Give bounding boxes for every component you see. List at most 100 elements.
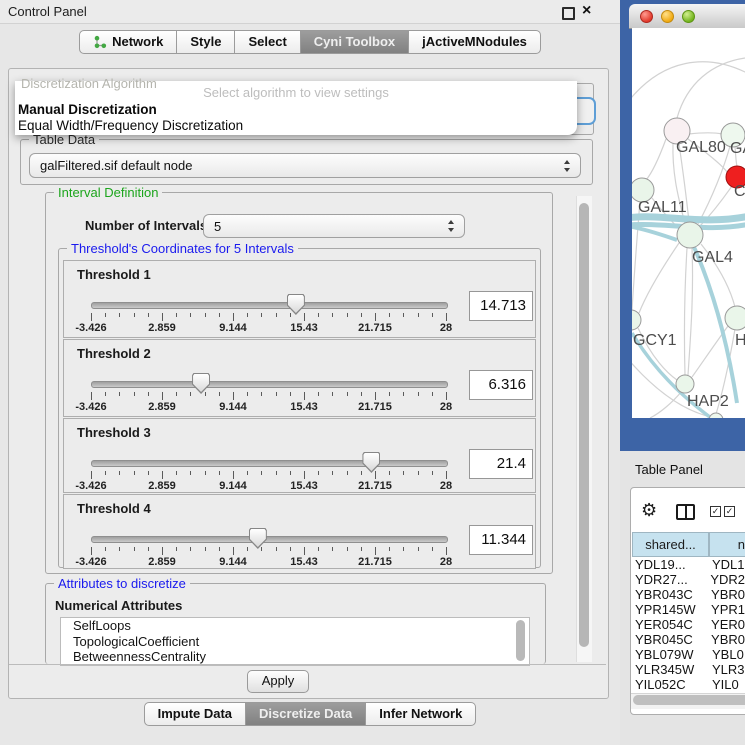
node-h[interactable] [725, 306, 745, 330]
threshold-slider-thumb[interactable] [249, 528, 267, 549]
tick-mark [247, 392, 248, 396]
tick-mark [176, 392, 177, 396]
table-row[interactable]: YDR27...YDR2 [632, 572, 745, 587]
node-gal4[interactable] [677, 222, 703, 248]
tick-mark [134, 392, 135, 396]
tab-network[interactable]: Network [79, 30, 177, 54]
gear-icon[interactable]: ⚙ [641, 501, 657, 519]
tab-select[interactable]: Select [235, 30, 300, 54]
scale-label: -3.426 [56, 322, 126, 334]
table-rows[interactable]: YDL19...YDL1YDR27...YDR2YBR043CYBR0YPR14… [632, 557, 745, 693]
split-columns-icon[interactable] [676, 504, 695, 520]
table-row[interactable]: YIL052CYIL0 [632, 677, 745, 692]
table-row[interactable]: YBL079WYBL0 [632, 647, 745, 662]
attribute-list-item[interactable]: SelfLoops [73, 618, 529, 634]
algorithm-option-manual[interactable]: Manual Discretization [18, 102, 157, 117]
threshold-slider-track[interactable] [91, 536, 448, 543]
tab-jactivemnodules[interactable]: jActiveMNodules [409, 30, 541, 54]
tick-mark [389, 547, 390, 551]
threshold-slider-track[interactable] [91, 460, 448, 467]
threshold-slider-track[interactable] [91, 302, 448, 309]
threshold-value-field[interactable]: 6.316 [469, 370, 533, 400]
slider-ticks [91, 471, 448, 480]
tab-label: jActiveMNodules [422, 31, 527, 53]
checkbox-icon[interactable]: ✓ [710, 506, 721, 517]
network-window-titlebar[interactable] [629, 4, 745, 29]
tab-label: Impute Data [158, 703, 232, 725]
control-panel-titlebar: Control Panel × [0, 0, 620, 24]
table-row[interactable]: YBR043CYBR0 [632, 587, 745, 602]
scale-label: 28 [411, 322, 481, 334]
tick-mark [91, 547, 92, 555]
attributes-list-scrollbar[interactable] [516, 620, 525, 661]
threshold-slider-thumb[interactable] [287, 294, 305, 315]
tick-mark [347, 547, 348, 551]
scale-label: 9.144 [198, 556, 268, 568]
tick-mark [219, 392, 220, 396]
table-row[interactable]: YER054CYER0 [632, 617, 745, 632]
checkbox-icon[interactable]: ✓ [724, 506, 735, 517]
cell-shared-name: YBR043C [632, 587, 710, 602]
threshold-value-field[interactable]: 14.713 [469, 291, 533, 321]
table-panel-title: Table Panel [635, 462, 703, 477]
node-gcy1[interactable] [632, 310, 641, 330]
tick-mark [418, 392, 419, 396]
float-window-icon[interactable] [562, 7, 575, 20]
threshold-slider-thumb[interactable] [192, 373, 210, 394]
tab-label: Cyni Toolbox [314, 31, 395, 53]
threshold-slider-thumb[interactable] [362, 452, 380, 473]
tick-mark [389, 392, 390, 396]
tick-mark [190, 547, 191, 551]
scale-label: -3.426 [56, 556, 126, 568]
table-row[interactable]: YBR045CYBR0 [632, 632, 745, 647]
attribute-list-item[interactable]: TopologicalCoefficient [73, 634, 529, 650]
threshold-value-field[interactable]: 21.4 [469, 449, 533, 479]
slider-ticks [91, 313, 448, 322]
threshold-panel: Threshold 4 -3.4262.8599.14415.4321.7152… [63, 494, 536, 569]
slider-scale: -3.4262.8599.14415.4321.71528 [64, 401, 535, 413]
tick-mark [361, 547, 362, 551]
tick-mark [276, 547, 277, 551]
apply-button[interactable]: Apply [247, 670, 309, 693]
numerical-attributes-label: Numerical Attributes [55, 598, 182, 613]
tick-mark [162, 547, 163, 555]
close-icon[interactable]: × [582, 2, 591, 20]
node-label: GA [730, 140, 745, 157]
threshold-slider-track[interactable] [91, 381, 448, 388]
node-label: GAL11 [638, 199, 687, 216]
panel-scrollbar-thumb[interactable] [579, 203, 589, 647]
tick-mark [176, 547, 177, 551]
mac-close-button[interactable] [640, 10, 653, 23]
table-row[interactable]: YPR145WYPR1 [632, 602, 745, 617]
tab-infer-network[interactable]: Infer Network [366, 702, 476, 726]
threshold-panel: Threshold 2 -3.4262.8599.14415.4321.7152… [63, 339, 536, 417]
node-hap2[interactable] [676, 375, 694, 393]
tab-style[interactable]: Style [177, 30, 235, 54]
network-canvas[interactable]: GAL80 GA C GAL11 GAL4 GCY1 H HAP2 [632, 28, 745, 418]
tick-mark [318, 392, 319, 396]
table-hscrollbar-thumb[interactable] [633, 695, 745, 705]
cyni-bottom-tabbar: Impute Data Discretize Data Infer Network [0, 702, 620, 726]
mac-minimize-button[interactable] [661, 10, 674, 23]
tab-impute-data[interactable]: Impute Data [144, 702, 246, 726]
algorithm-option-equal-width[interactable]: Equal Width/Frequency Discretization [18, 118, 243, 133]
tab-cyni-toolbox[interactable]: Cyni Toolbox [301, 30, 409, 54]
threshold-panel: Threshold 3 -3.4262.8599.14415.4321.7152… [63, 418, 536, 493]
table-data-combobox[interactable]: galFiltered.sif default node [29, 153, 581, 178]
table-row[interactable]: YLR345WYLR3 [632, 662, 745, 677]
column-header-name[interactable]: na [709, 532, 745, 557]
tick-mark [304, 471, 305, 479]
cell-name: YLR3 [711, 662, 745, 677]
mac-zoom-button[interactable] [682, 10, 695, 23]
tab-discretize-data[interactable]: Discretize Data [246, 702, 366, 726]
tab-label: Discretize Data [259, 703, 352, 725]
table-row[interactable]: YDL19...YDL1 [632, 557, 745, 572]
slider-ticks [91, 547, 448, 556]
column-header-shared-name[interactable]: shared... [632, 532, 709, 557]
node-partial-bottom[interactable] [709, 413, 723, 418]
threshold-value-field[interactable]: 11.344 [469, 525, 533, 555]
attribute-list-item[interactable]: BetweennessCentrality [73, 649, 529, 665]
numerical-attributes-list[interactable]: SelfLoopsTopologicalCoefficientBetweenne… [60, 617, 530, 666]
number-of-intervals-combobox[interactable]: 5 [203, 214, 465, 238]
cell-shared-name: YIL052C [632, 677, 711, 692]
